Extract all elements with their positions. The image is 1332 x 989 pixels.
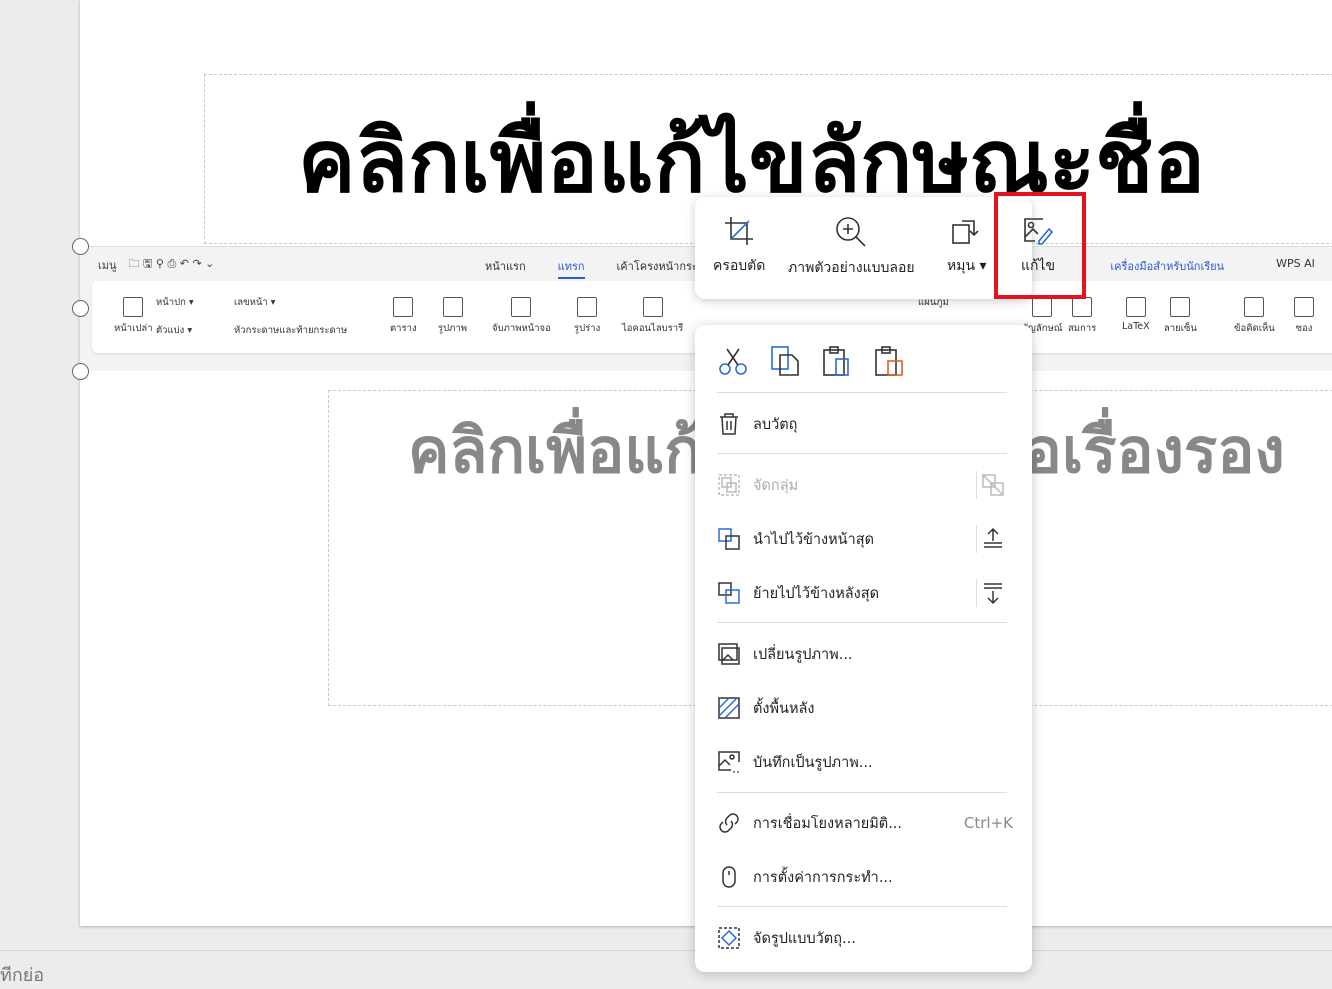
tab-student-tools: เครื่องมือสำหรับนักเรียน [1110, 260, 1225, 273]
rb-header-footer: หัวกระดาษและท้ายกระดาษ [234, 325, 348, 336]
background-icon [718, 697, 740, 719]
rb-latex: LaTeX [1122, 297, 1150, 332]
rotate-button[interactable]: หมุน ▾ [947, 215, 987, 277]
save-picture-icon [718, 751, 740, 773]
mouse-icon [722, 866, 736, 888]
picture-floating-toolbar: ครอบตัด ภาพตัวอย่างแบบลอย หมุน ▾ แก้ไข [695, 197, 1055, 299]
send-to-back-icon [718, 582, 740, 604]
menu-item-action-settings[interactable]: การตั้งค่าการกระทำ... [717, 859, 1017, 895]
menu-item-save-as-picture[interactable]: บันทึกเป็นรูปภาพ... [717, 744, 1017, 780]
menu-separator [717, 906, 1007, 907]
rotate-icon [951, 220, 979, 244]
paste-icon[interactable] [821, 345, 853, 377]
rb-page-number: เลขหน้า ▾ [234, 297, 276, 308]
status-divider [0, 950, 1332, 951]
rb-table: ตาราง [390, 297, 417, 336]
copy-icon[interactable] [769, 345, 801, 377]
context-menu: ลบวัตถุ จัดกลุ่ม นำไปไว้ข้างหน้าสุด ย้าย… [695, 325, 1032, 972]
hyperlink-shortcut: Ctrl+K [963, 814, 1013, 832]
rb-cover: หน้าปก ▾ [156, 297, 194, 308]
rb-shape: รูปร่าง [574, 297, 600, 336]
menu-item-set-background[interactable]: ตั้งพื้นหลัง [717, 690, 1017, 726]
bring-to-front-icon [718, 528, 740, 550]
group-icon [718, 474, 740, 496]
menu-item-change-picture[interactable]: เปลี่ยนรูปภาพ... [717, 636, 1017, 672]
trash-icon [720, 413, 738, 435]
menu-item-hyperlink[interactable]: การเชื่อมโยงหลายมิติ... Ctrl+K [717, 805, 1013, 841]
rb-comment: ข้อคิดเห็น [1234, 297, 1275, 336]
quick-access-bar: เมนู 🗀 🖫 ⚲ ⎙ ↶ ↷ ⌄ [98, 255, 214, 274]
edit-highlight-box [994, 192, 1086, 299]
tab-home: หน้าแรก [485, 260, 526, 273]
rb-screenshot: จับภาพหน้าจอ [492, 297, 551, 336]
quick-icons: 🗀 🖫 ⚲ ⎙ ↶ ↷ ⌄ [128, 257, 215, 270]
send-backward-icon[interactable] [981, 581, 1005, 605]
rb-envelope: ซอง [1294, 297, 1314, 336]
crop-button[interactable]: ครอบตัด [713, 215, 765, 277]
tab-insert: แทรก [557, 257, 585, 279]
rb-blank-page: หน้าเปล่า [114, 297, 153, 336]
ungroup-icon[interactable] [981, 473, 1005, 497]
rb-divider: ตัวแบ่ง ▾ [156, 325, 193, 336]
menu-item-bring-to-front[interactable]: นำไปไว้ข้างหน้าสุด [717, 521, 1017, 557]
resize-handle-top-left[interactable] [72, 238, 89, 255]
menu-separator [717, 792, 1007, 793]
cut-icon[interactable] [717, 345, 749, 377]
rb-icon-library: ไอคอนไลบรารี [622, 297, 683, 336]
menu-separator [717, 622, 1007, 623]
bring-forward-icon[interactable] [981, 527, 1005, 551]
menu-item-group[interactable]: จัดกลุ่ม [717, 467, 1017, 503]
resize-handle-middle-left[interactable] [72, 300, 89, 317]
menu-separator [717, 453, 1007, 454]
float-preview-button[interactable]: ภาพตัวอย่างแบบลอย [788, 215, 915, 279]
menu-separator [717, 392, 1007, 393]
menu-label: เมนู [98, 258, 117, 272]
notes-pane-label[interactable]: ทีกย่อ [0, 960, 44, 989]
tab-wps-ai: WPS AI [1276, 257, 1315, 270]
menu-item-format-object[interactable]: จัดรูปแบบวัตถุ... [717, 920, 1017, 956]
rb-equation: สมการ [1068, 297, 1096, 336]
format-object-icon [718, 927, 740, 949]
paste-as-picture-icon[interactable] [873, 345, 905, 377]
resize-handle-bottom-left[interactable] [72, 363, 89, 380]
change-picture-icon [718, 643, 740, 665]
rb-picture: รูปภาพ [438, 297, 467, 336]
crop-icon [725, 217, 754, 245]
menu-item-send-to-back[interactable]: ย้ายไปไว้ข้างหลังสุด [717, 575, 1017, 611]
link-icon [719, 813, 739, 833]
menu-item-delete[interactable]: ลบวัตถุ [717, 406, 1017, 442]
clipboard-actions [717, 345, 905, 377]
rb-ink: ลายเซ็น [1164, 297, 1197, 336]
zoom-in-icon [836, 217, 866, 247]
